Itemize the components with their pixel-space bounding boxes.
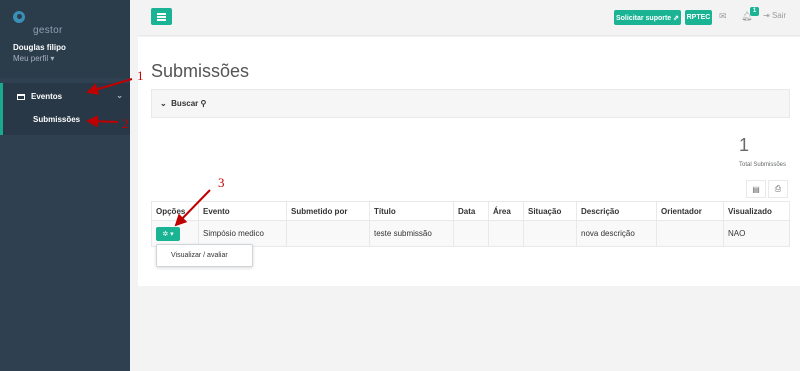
options-dropdown-button[interactable]: ✲ ▾ (156, 226, 180, 241)
chevron-down-icon: ⌄ (116, 91, 123, 100)
search-label: Buscar (171, 99, 199, 108)
column-header[interactable]: Submetido por (286, 201, 370, 221)
logo-icon (13, 11, 25, 23)
total-label: Total Submissões (739, 162, 787, 168)
search-toggle[interactable]: ⌄ Buscar ⚲ (160, 99, 206, 108)
logo (13, 11, 25, 23)
logout-icon: ⇥ (763, 11, 770, 20)
rptec-button[interactable]: RPTEC (685, 10, 712, 25)
column-header[interactable]: Descrição (576, 201, 657, 221)
search-panel[interactable]: ⌄ Buscar ⚲ (151, 89, 790, 118)
export-excel-button[interactable]: ▤ (746, 180, 766, 198)
sidebar-subitem-submissoes[interactable]: Submissões (33, 115, 80, 124)
menu-toggle-button[interactable] (151, 8, 172, 25)
options-dropdown-menu: Visualizar / avaliar (156, 244, 253, 267)
options-cell: ✲ ▾ (151, 220, 199, 247)
cell-situacao (523, 220, 577, 247)
profile-dropdown-link[interactable]: Meu perfil ▾ (13, 54, 54, 63)
cell-submetido-por (286, 220, 370, 247)
cell-descricao: nova descrição (576, 220, 657, 247)
table-row: ✲ ▾ Simpósio medico teste submissão nova… (151, 220, 790, 247)
table-header-row: Opções Evento Submetido por Título Data … (151, 201, 790, 221)
sidebar-item-label: Eventos (31, 92, 63, 101)
search-icon: ⚲ (200, 99, 207, 108)
annotation-number-3: 3 (218, 175, 225, 190)
total-count: 1 (739, 135, 750, 155)
logout-link[interactable]: ⇥ Sair (763, 11, 786, 20)
column-header[interactable]: Visualizado (723, 201, 790, 221)
topbar: Solicitar suporte ⇗ RPTEC ✉ 🔔︎ 1 ⇥ Sair (138, 0, 800, 36)
sidebar: gestor Douglas filipo Meu perfil ▾ Event… (0, 0, 130, 371)
support-button[interactable]: Solicitar suporte ⇗ (614, 10, 681, 25)
column-header[interactable]: Título (369, 201, 454, 221)
user-name: Douglas filipo (13, 43, 66, 52)
notification-badge: 1 (750, 7, 759, 16)
gear-icon: ✲ (162, 230, 169, 238)
logo-text: gestor (33, 25, 63, 36)
mail-icon[interactable]: ✉ (719, 11, 727, 22)
printer-icon: ⎙ (774, 184, 782, 193)
logout-label: Sair (771, 11, 787, 20)
calendar-icon (17, 93, 25, 100)
column-header[interactable]: Orientador (656, 201, 724, 221)
excel-file-icon: ▤ (752, 184, 760, 194)
column-header[interactable]: Opções (151, 201, 199, 221)
sidebar-item-eventos[interactable]: Eventos ⌄ Submissões (0, 83, 130, 135)
column-header[interactable]: Situação (523, 201, 577, 221)
column-header[interactable]: Evento (198, 201, 287, 221)
menu-item-visualizar-avaliar[interactable]: Visualizar / avaliar (171, 252, 228, 259)
cell-orientador (656, 220, 724, 247)
annotation-number-2: 2 (122, 116, 129, 131)
chevron-down-icon: ⌄ (160, 99, 167, 108)
cell-evento: Simpósio medico (198, 220, 287, 247)
cell-area (488, 220, 524, 247)
print-button[interactable]: ⎙ (768, 180, 788, 198)
cell-visualizado: NAO (723, 220, 790, 247)
page-title: Submissões (151, 61, 250, 81)
submissions-table: Opções Evento Submetido por Título Data … (151, 201, 790, 247)
cell-titulo: teste submissão (369, 220, 454, 247)
column-header[interactable]: Data (453, 201, 489, 221)
column-header[interactable]: Área (488, 201, 524, 221)
cell-data (453, 220, 489, 247)
annotation-number-1: 1 (137, 68, 144, 83)
caret-down-icon: ▾ (170, 230, 174, 238)
sidebar-header: gestor Douglas filipo Meu perfil ▾ (0, 0, 130, 78)
